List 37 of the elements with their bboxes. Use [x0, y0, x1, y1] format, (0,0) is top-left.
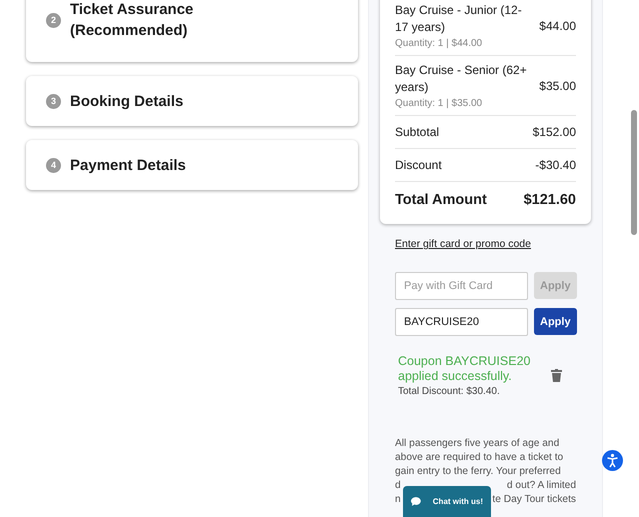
step-title: Ticket Assurance (Recommended): [70, 0, 194, 41]
step-card[interactable]: 4 Payment Details: [26, 140, 358, 190]
item-name: Bay Cruise - Senior (62+ years): [395, 62, 528, 96]
step-number: 3: [46, 94, 61, 108]
discount-label: Discount: [395, 158, 442, 172]
notice-text: d: [395, 479, 401, 493]
success-message: Coupon BAYCRUISE20 applied successfully.: [398, 354, 532, 384]
item-name: Bay Cruise - Junior (12-17 years): [395, 2, 523, 36]
apply-button[interactable]: Apply: [534, 308, 577, 335]
total-label: Total Amount: [395, 192, 487, 208]
notice-text: te Day Tour tickets: [492, 493, 576, 507]
item-quantity: Quantity: 1 | $44.00: [395, 38, 484, 49]
step-card[interactable]: 3 Booking Details: [26, 76, 358, 126]
notice-text: above are required to have a ticket to: [395, 451, 564, 465]
notice-text: d out? A limited: [506, 479, 576, 493]
accessibility-icon[interactable]: [602, 450, 623, 471]
promo-input[interactable]: BAYCRUISE20: [395, 308, 528, 336]
chat-button[interactable]: Chat with us!: [403, 486, 491, 517]
subtotal-label: Subtotal: [395, 125, 440, 139]
step-card[interactable]: 2 Ticket Assurance (Recommended): [26, 0, 358, 62]
step-title: Payment Details: [70, 156, 187, 176]
notice-text: gain entry to the ferry. Your preferred: [395, 465, 561, 479]
step-title: Booking Details: [70, 92, 184, 112]
item-price: $35.00: [539, 78, 576, 92]
discount-note: Total Discount: $30.40.: [398, 386, 501, 397]
notice-text: All passengers five years of age and: [395, 437, 560, 451]
step-number: 2: [46, 12, 61, 28]
step-number: 4: [46, 158, 61, 172]
item-quantity: Quantity: 1 | $35.00: [395, 98, 484, 109]
discount-value: -$30.40: [535, 158, 576, 172]
chat-bubble-icon: [411, 497, 421, 506]
trash-icon[interactable]: [551, 369, 562, 382]
item-price: $44.00: [539, 18, 576, 32]
notice-text: n: [395, 493, 401, 507]
promo-code-link[interactable]: Enter gift card or promo code: [395, 238, 531, 250]
total-value: $121.60: [524, 192, 576, 208]
subtotal-value: $152.00: [532, 125, 576, 139]
